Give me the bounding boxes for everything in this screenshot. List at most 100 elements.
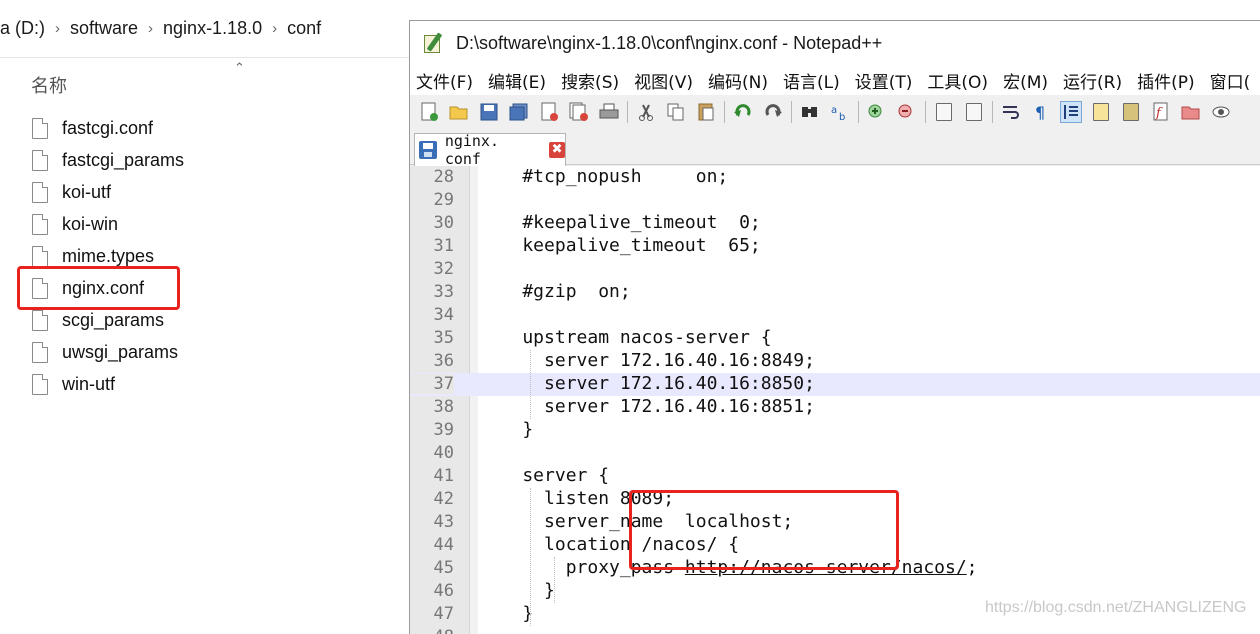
find-icon[interactable] [799, 101, 821, 123]
title-bar[interactable]: D:\software\nginx-1.18.0\conf\nginx.conf… [410, 21, 1260, 65]
file-item[interactable]: fastcgi_params [32, 144, 184, 176]
tab-label: nginx. conf [444, 132, 499, 168]
svg-text:b: b [839, 112, 845, 121]
open-file-icon[interactable] [448, 101, 470, 123]
chevron-right-icon: › [272, 20, 278, 37]
svg-text:¶: ¶ [1035, 103, 1045, 121]
code-line[interactable]: 35 upstream nacos-server { [410, 327, 1260, 350]
code-line[interactable]: 40 [410, 442, 1260, 465]
tab-bar: nginx. conf ✖ [410, 129, 1260, 168]
file-item[interactable]: koi-utf [32, 176, 184, 208]
menu-macro[interactable]: 宏(M) [1003, 68, 1048, 93]
code-segment: } [479, 603, 534, 624]
toolbar-separator [858, 101, 859, 123]
copy-icon[interactable] [665, 101, 687, 123]
highlight-box-servers [629, 490, 899, 570]
code-line[interactable]: 32 [410, 258, 1260, 281]
function-list-icon[interactable]: f [1150, 101, 1172, 123]
menu-edit[interactable]: 编辑(E) [488, 68, 546, 93]
code-line[interactable]: 31 keepalive_timeout 65; [410, 235, 1260, 258]
file-icon [32, 341, 48, 363]
file-icon [32, 149, 48, 171]
indent-guide [554, 557, 555, 603]
file-icon [32, 117, 48, 139]
file-item[interactable]: koi-win [32, 208, 184, 240]
code-line[interactable]: 28 #tcp_nopush on; [410, 166, 1260, 189]
save-all-icon[interactable] [508, 101, 530, 123]
breadcrumb-drive[interactable]: a (D:) [0, 18, 45, 39]
code-line[interactable]: 29 [410, 189, 1260, 212]
word-wrap-icon[interactable] [1000, 101, 1022, 123]
breadcrumb-conf[interactable]: conf [287, 18, 321, 39]
file-icon [32, 309, 48, 331]
show-all-characters-icon[interactable]: ¶ [1030, 101, 1052, 123]
undo-icon[interactable] [732, 101, 754, 123]
menu-run[interactable]: 运行(R) [1063, 68, 1122, 93]
zoom-in-icon[interactable] [866, 101, 888, 123]
sync-vertical-icon[interactable] [933, 101, 955, 123]
code-editor[interactable]: 28 #tcp_nopush on; 29 30 #keepalive_timeou… [410, 166, 1260, 634]
menu-tools[interactable]: 工具(O) [927, 68, 988, 93]
breadcrumb[interactable]: a (D:) › software › nginx-1.18.0 › conf [0, 0, 410, 58]
code-line[interactable]: 41 server { [410, 465, 1260, 488]
code-segment: #gzip on; [479, 281, 631, 302]
toolbar-separator [724, 101, 725, 123]
file-icon [32, 181, 48, 203]
code-segment: server { [479, 465, 610, 486]
code-text: #gzip on; [479, 281, 631, 302]
indent-guide-icon[interactable] [1060, 101, 1082, 123]
new-file-icon[interactable] [418, 101, 440, 123]
menu-window[interactable]: 窗口( [1210, 68, 1251, 93]
monitoring-icon[interactable] [1210, 101, 1232, 123]
code-line[interactable]: 48 [410, 626, 1260, 634]
code-segment: } [479, 580, 555, 601]
code-line[interactable]: 30 #keepalive_timeout 0; [410, 212, 1260, 235]
file-list: fastcgi.conf fastcgi_params koi-utf koi-… [32, 112, 184, 400]
code-line[interactable]: 38 server 172.16.40.16:8851; [410, 396, 1260, 419]
zoom-out-icon[interactable] [896, 101, 918, 123]
menu-settings[interactable]: 设置(T) [855, 68, 913, 93]
close-all-icon[interactable] [568, 101, 590, 123]
close-file-icon[interactable] [538, 101, 560, 123]
print-icon[interactable] [598, 101, 620, 123]
menu-plugins[interactable]: 插件(P) [1137, 68, 1195, 93]
save-icon[interactable] [478, 101, 500, 123]
sync-horizontal-icon[interactable] [963, 101, 985, 123]
user-language-icon[interactable] [1090, 101, 1112, 123]
breadcrumb-software[interactable]: software [70, 18, 138, 39]
file-name: koi-win [62, 213, 119, 234]
line-number: 39 [433, 420, 454, 440]
file-item[interactable]: uwsgi_params [32, 336, 184, 368]
column-header-name[interactable]: 名称 [31, 72, 67, 98]
line-number: 31 [433, 236, 454, 256]
saved-file-icon [419, 141, 437, 159]
paste-icon[interactable] [695, 101, 717, 123]
highlight-box-file [17, 266, 180, 310]
redo-icon[interactable] [762, 101, 784, 123]
file-item[interactable]: fastcgi.conf [32, 112, 184, 144]
menu-file[interactable]: 文件(F) [416, 68, 473, 93]
close-tab-icon[interactable]: ✖ [549, 142, 565, 158]
breadcrumb-nginx[interactable]: nginx-1.18.0 [163, 18, 262, 39]
file-explorer: a (D:) › software › nginx-1.18.0 › conf … [0, 0, 410, 634]
code-line[interactable]: 37 server 172.16.40.16:8850; [410, 373, 1260, 396]
code-line[interactable]: 34 [410, 304, 1260, 327]
line-number: 38 [433, 397, 454, 417]
menu-encoding[interactable]: 编码(N) [708, 68, 768, 93]
document-map-icon[interactable] [1120, 101, 1142, 123]
tab-nginx-conf[interactable]: nginx. conf ✖ [414, 132, 566, 168]
file-item[interactable]: win-utf [32, 368, 184, 400]
code-line[interactable]: 36 server 172.16.40.16:8849; [410, 350, 1260, 373]
line-number: 44 [433, 535, 454, 555]
folder-as-workspace-icon[interactable] [1180, 101, 1202, 123]
window-title: D:\software\nginx-1.18.0\conf\nginx.conf… [456, 32, 883, 53]
menu-search[interactable]: 搜索(S) [561, 68, 619, 93]
replace-icon[interactable]: ab [829, 101, 851, 123]
menu-language[interactable]: 语言(L) [783, 68, 840, 93]
menu-view[interactable]: 视图(V) [634, 68, 693, 93]
code-line[interactable]: 33 #gzip on; [410, 281, 1260, 304]
code-line[interactable]: 39 } [410, 419, 1260, 442]
file-icon [32, 213, 48, 235]
cut-icon[interactable] [635, 101, 657, 123]
code-text: } [479, 603, 533, 624]
